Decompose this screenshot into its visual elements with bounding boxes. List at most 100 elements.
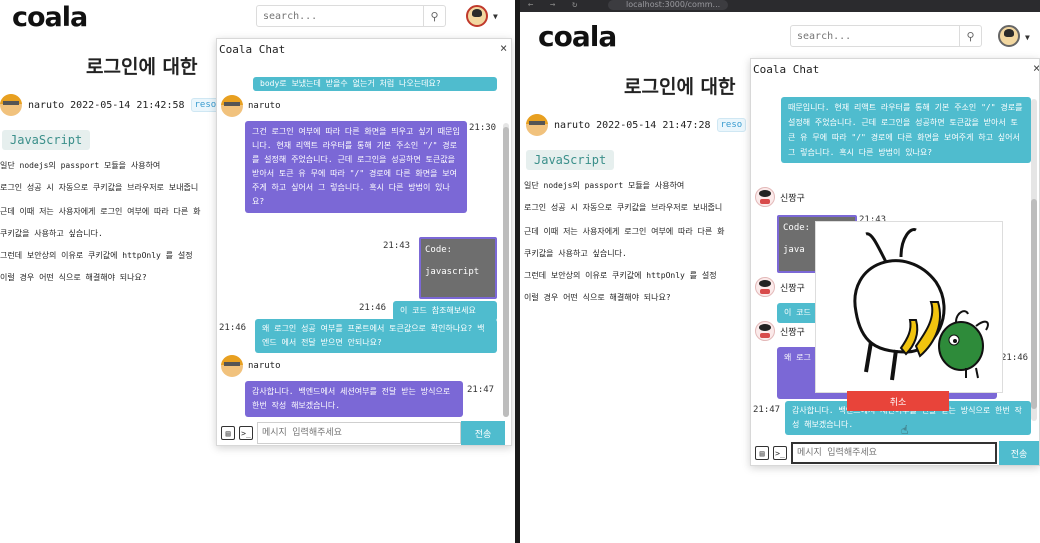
author-name[interactable]: naruto xyxy=(554,120,590,131)
message-time: 21:46 xyxy=(1001,353,1029,363)
chat-message: 그건 로그인 여부에 따라 다른 화면을 띄우고 싶기 때문입니다. 현재 리액… xyxy=(245,121,467,213)
chevron-down-icon[interactable]: ▼ xyxy=(1025,33,1030,42)
file-icon[interactable]: ▤ xyxy=(755,446,769,460)
scrollbar-thumb[interactable] xyxy=(503,127,509,417)
chat-title: Coala Chat xyxy=(753,63,820,76)
body-line-5: 그런데 보안상의 이유로 쿠키값에 httpOnly 를 설정 xyxy=(0,251,193,260)
search-input[interactable] xyxy=(263,6,413,26)
author-avatar xyxy=(526,114,548,136)
search-icon: ⚲ xyxy=(966,29,975,43)
chevron-down-icon[interactable]: ▼ xyxy=(493,12,498,21)
body-line-2: 로그인 성공 시 자동으로 쿠키값을 브라우저로 보내줍니 xyxy=(0,183,199,192)
search-icon: ⚲ xyxy=(430,9,439,23)
sender-name: naruto xyxy=(248,361,281,371)
body-line-4: 쿠키값을 사용하고 싶습니다. xyxy=(524,249,627,258)
post-title: 로그인에 대한 xyxy=(86,56,198,78)
post-date: 2022-05-14 21:47:28 xyxy=(596,119,711,131)
resolved-badge: reso xyxy=(716,118,747,132)
chat-sender: 신짱구 xyxy=(755,321,805,341)
search-box: ⚲ xyxy=(256,5,446,27)
message-time: 21:46 xyxy=(359,303,387,313)
sender-avatar xyxy=(755,321,775,341)
cancel-button[interactable]: 취소 xyxy=(847,391,949,411)
close-icon[interactable]: × xyxy=(1033,61,1039,75)
body-line-6: 이럴 경우 어떤 식으로 해결해야 되나요? xyxy=(0,273,147,282)
left-browser-pane: coala ⚲ ▼ 로그인에 대한 naruto 2022-05-14 21:4… xyxy=(0,0,515,543)
body-line-1: 일단 nodejs의 passport 모듈을 사용하여 xyxy=(0,161,161,170)
back-icon[interactable]: ← xyxy=(528,0,533,10)
scrollbar-thumb[interactable] xyxy=(1031,199,1037,409)
sender-avatar xyxy=(755,277,775,297)
sticker-preview xyxy=(815,221,1003,393)
chat-sender: 신짱구 xyxy=(755,187,805,207)
coala-logo[interactable]: coala xyxy=(12,2,88,33)
user-avatar[interactable] xyxy=(466,5,488,27)
sender-avatar xyxy=(221,355,243,377)
body-line-4: 쿠키값을 사용하고 싶습니다. xyxy=(0,229,103,238)
post-author-row: naruto 2022-05-14 21:42:58 reso xyxy=(0,94,221,116)
browser-toolbar: ← → ↻ localhost:3000/comm... xyxy=(520,0,1040,12)
search-button[interactable]: ⚲ xyxy=(423,6,445,26)
chat-message-input[interactable] xyxy=(257,422,461,444)
hand-cursor-icon: ☝ xyxy=(901,423,909,437)
author-name[interactable]: naruto xyxy=(28,100,64,111)
body-line-1: 일단 nodejs의 passport 모듈을 사용하여 xyxy=(524,181,685,190)
search-input[interactable] xyxy=(797,26,947,46)
search-button[interactable]: ⚲ xyxy=(959,26,981,46)
sender-name: 신짱구 xyxy=(780,193,805,204)
sender-name: 신짱구 xyxy=(780,283,805,294)
message-time: 21:47 xyxy=(753,405,781,415)
chat-message-partial: body로 보냈는데 받을수 없는거 처럼 나오는데요? xyxy=(253,77,497,91)
chat-message: 감사합니다. 백엔드에서 세션여부를 전달 받는 방식으로 한번 작성 해보겠습… xyxy=(245,381,463,417)
chat-message: 때문입니다. 현재 리액트 라우터를 통해 기본 주소인 "/" 경로를 설정해… xyxy=(781,97,1031,163)
close-icon[interactable]: × xyxy=(500,41,507,55)
chat-input-row: ▤ >_ 전송 xyxy=(751,441,1039,465)
body-line-3: 근데 이때 저는 사용자에게 로그인 여부에 따라 다른 화 xyxy=(524,227,725,236)
forward-icon[interactable]: → xyxy=(550,0,555,10)
post-title: 로그인에 대한 xyxy=(624,76,736,98)
sender-name: naruto xyxy=(248,101,281,111)
chat-sender: 신짱구 xyxy=(755,277,805,297)
code-icon[interactable]: >_ xyxy=(773,446,787,460)
reload-icon[interactable]: ↻ xyxy=(572,0,577,10)
code-message[interactable]: Code: javascript xyxy=(419,237,497,299)
language-tag[interactable]: JavaScript xyxy=(526,150,615,170)
right-browser-pane: ← → ↻ localhost:3000/comm... coala ⚲ ▼ 로… xyxy=(520,0,1040,543)
message-time: 21:30 xyxy=(469,123,497,133)
code-label: Code: xyxy=(425,245,453,255)
chat-message-input[interactable] xyxy=(791,442,997,464)
chat-sender: naruto xyxy=(221,95,281,117)
chat-sender: naruto xyxy=(221,355,281,377)
post-date: 2022-05-14 21:42:58 xyxy=(70,99,185,111)
message-time: 21:43 xyxy=(383,241,411,251)
message-time: 21:46 xyxy=(219,323,247,333)
user-avatar[interactable] xyxy=(998,25,1020,47)
chat-title: Coala Chat xyxy=(219,43,286,56)
coala-logo[interactable]: coala xyxy=(538,20,617,53)
body-line-5: 그런데 보안상의 이유로 쿠키값에 httpOnly 를 설정 xyxy=(524,271,717,280)
chat-message: 이 코드 참조해보세요 xyxy=(393,301,497,321)
chat-window: Coala Chat × 때문입니다. 현재 리액트 라우터를 통해 기본 주소… xyxy=(750,58,1040,466)
post-author-row: naruto 2022-05-14 21:47:28 reso xyxy=(526,114,747,136)
chat-scrollbar[interactable] xyxy=(503,123,509,417)
body-line-6: 이럴 경우 어떤 식으로 해결해야 되나요? xyxy=(524,293,671,302)
chat-scrollbar[interactable] xyxy=(1031,99,1037,421)
language-tag[interactable]: JavaScript xyxy=(2,130,91,150)
author-avatar xyxy=(0,94,22,116)
sender-name: 신짱구 xyxy=(780,327,805,338)
send-button[interactable]: 전송 xyxy=(461,421,505,445)
chat-message: 왜 로그인 성공 여부를 프론트에서 토큰값으로 확인하나요? 백엔드 에서 전… xyxy=(255,319,497,353)
sender-avatar xyxy=(221,95,243,117)
code-language: javascript xyxy=(425,267,480,277)
chat-input-row: ▤ >_ 전송 xyxy=(217,421,511,445)
file-icon[interactable]: ▤ xyxy=(221,426,235,440)
message-time: 21:47 xyxy=(467,385,495,395)
send-button[interactable]: 전송 xyxy=(999,441,1039,465)
sticker-image xyxy=(853,228,989,381)
address-bar[interactable]: localhost:3000/comm... xyxy=(608,0,728,10)
chat-window: Coala Chat × body로 보냈는데 받을수 없는거 처럼 나오는데요… xyxy=(216,38,512,446)
body-line-3: 근데 이때 저는 사용자에게 로그인 여부에 따라 다른 화 xyxy=(0,207,201,216)
search-box: ⚲ xyxy=(790,25,982,47)
sender-avatar xyxy=(755,187,775,207)
code-icon[interactable]: >_ xyxy=(239,426,253,440)
